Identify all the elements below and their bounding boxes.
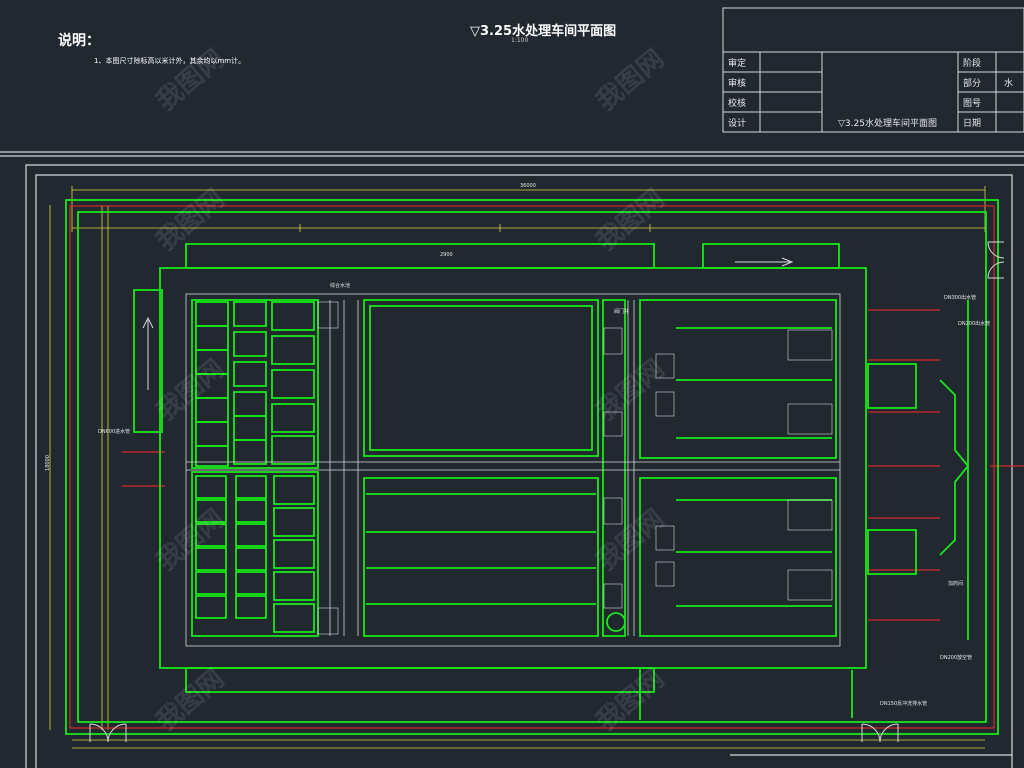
label-right-pipe-1: DN300出水管 <box>944 295 977 301</box>
tb-label-review: 审核 <box>728 79 747 89</box>
notes-heading: 说明： <box>58 33 100 49</box>
tb-label-check: 校核 <box>728 99 747 109</box>
tb-label-approve: 审定 <box>728 59 747 69</box>
valve-boxes <box>317 301 833 635</box>
tb-drawing-name: ▽3.25水处理车间平面图 <box>838 119 937 129</box>
drawing-canvas: 说明： 1、本图尺寸除标高以米计外，其余均以mm计。 ▽3.25水处理车间平面图… <box>0 0 1024 768</box>
title-block-grid <box>722 7 1024 133</box>
drawing-scale: 1:100 <box>511 37 529 44</box>
tb-label-number: 图号 <box>963 99 982 109</box>
label-tank: 综合水池 <box>330 283 351 289</box>
label-bottom-pipe: DN200放空管 <box>940 655 973 661</box>
walkway-lines <box>185 293 841 647</box>
drawing-title: ▽3.25水处理车间平面图 <box>470 24 617 39</box>
plan-structure <box>65 199 999 735</box>
tb-label-part: 部分 <box>963 79 982 89</box>
pipe-lines <box>69 205 1024 729</box>
tb-label-date: 日期 <box>963 119 982 129</box>
dimension-lines <box>49 186 986 749</box>
tb-label-design: 设计 <box>728 119 747 129</box>
dim-left-overall: 18000 <box>44 455 51 471</box>
label-bottom-right-pipe: DN150反冲洗排水管 <box>880 701 928 707</box>
label-right-pipe-2: DN200出水管 <box>958 321 991 327</box>
tb-value-part: 水 <box>1004 79 1014 89</box>
label-right-pipe-3: 加药间 <box>948 581 964 587</box>
tb-label-stage: 阶段 <box>963 59 982 69</box>
label-valve-well: 阀门井 <box>614 309 630 315</box>
stair-arrow <box>142 257 794 390</box>
dim-top-overall: 36000 <box>520 183 536 189</box>
label-inlet-pipe: DN600进水管 <box>98 429 131 435</box>
dim-top-inner: 2900 <box>440 252 453 258</box>
